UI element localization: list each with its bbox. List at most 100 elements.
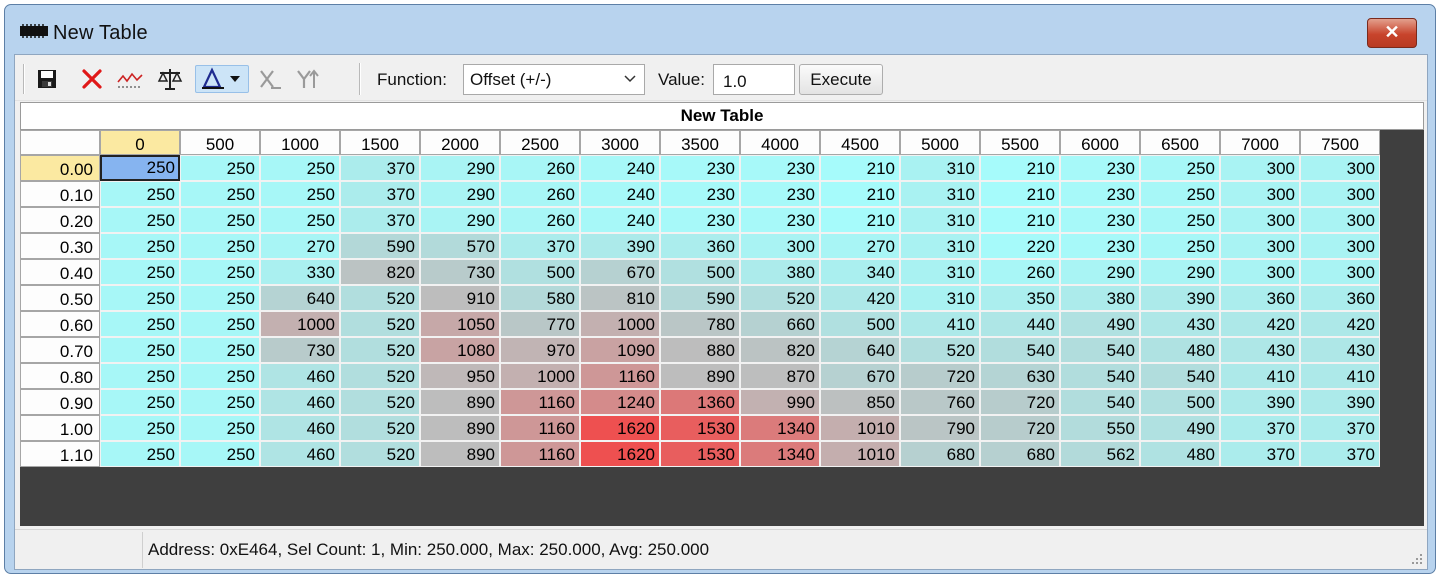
table-cell[interactable]: 250 — [100, 155, 180, 181]
table-cell[interactable]: 230 — [740, 155, 820, 181]
table-cell[interactable]: 1160 — [500, 441, 580, 467]
table-cell[interactable]: 250 — [100, 181, 180, 207]
table-cell[interactable]: 250 — [180, 389, 260, 415]
table-cell[interactable]: 890 — [420, 415, 500, 441]
table-cell[interactable]: 250 — [100, 233, 180, 259]
row-header[interactable]: 1.10 — [20, 441, 100, 467]
table-cell[interactable]: 1620 — [580, 441, 660, 467]
row-header[interactable]: 0.50 — [20, 285, 100, 311]
column-header[interactable]: 6000 — [1060, 130, 1140, 155]
table-cell[interactable]: 300 — [740, 233, 820, 259]
table-cell[interactable]: 260 — [500, 155, 580, 181]
column-header[interactable]: 3000 — [580, 130, 660, 155]
table-cell[interactable]: 290 — [1060, 259, 1140, 285]
table-cell[interactable]: 250 — [180, 337, 260, 363]
table-cell[interactable]: 230 — [1060, 155, 1140, 181]
table-cell[interactable]: 250 — [180, 181, 260, 207]
table-cell[interactable]: 680 — [980, 441, 1060, 467]
table-cell[interactable]: 250 — [1140, 155, 1220, 181]
table-cell[interactable]: 910 — [420, 285, 500, 311]
column-header[interactable]: 7000 — [1220, 130, 1300, 155]
close-button[interactable]: ✕ — [1367, 18, 1417, 48]
table-cell[interactable]: 720 — [980, 415, 1060, 441]
table-cell[interactable]: 230 — [1060, 181, 1140, 207]
interpolate-button[interactable] — [195, 65, 249, 93]
table-cell[interactable]: 250 — [180, 233, 260, 259]
table-cell[interactable]: 210 — [980, 207, 1060, 233]
table-cell[interactable]: 250 — [100, 389, 180, 415]
table-cell[interactable]: 250 — [180, 311, 260, 337]
table-cell[interactable]: 850 — [820, 389, 900, 415]
table-cell[interactable]: 250 — [100, 259, 180, 285]
table-cell[interactable]: 210 — [980, 181, 1060, 207]
table-cell[interactable]: 210 — [820, 155, 900, 181]
table-cell[interactable]: 1340 — [740, 415, 820, 441]
table-cell[interactable]: 460 — [260, 441, 340, 467]
table-cell[interactable]: 410 — [1220, 363, 1300, 389]
table-cell[interactable]: 250 — [180, 415, 260, 441]
function-select[interactable]: Offset (+/-) — [463, 64, 645, 95]
table-cell[interactable]: 260 — [500, 181, 580, 207]
save-button[interactable] — [32, 65, 62, 93]
disabled-tool-button-1[interactable] — [255, 65, 285, 93]
column-header[interactable]: 5500 — [980, 130, 1060, 155]
row-header[interactable]: 0.40 — [20, 259, 100, 285]
table-cell[interactable]: 250 — [180, 207, 260, 233]
column-header[interactable]: 4000 — [740, 130, 820, 155]
table-cell[interactable]: 460 — [260, 389, 340, 415]
value-input[interactable] — [713, 64, 795, 95]
table-cell[interactable]: 370 — [340, 181, 420, 207]
table-cell[interactable]: 870 — [740, 363, 820, 389]
table-cell[interactable]: 250 — [100, 415, 180, 441]
table-cell[interactable]: 250 — [100, 441, 180, 467]
table-cell[interactable]: 210 — [820, 207, 900, 233]
table-cell[interactable]: 670 — [580, 259, 660, 285]
table-cell[interactable]: 500 — [660, 259, 740, 285]
table-cell[interactable]: 410 — [900, 311, 980, 337]
table-cell[interactable]: 520 — [340, 441, 420, 467]
column-header[interactable]: 6500 — [1140, 130, 1220, 155]
table-cell[interactable]: 562 — [1060, 441, 1140, 467]
table-cell[interactable]: 520 — [340, 285, 420, 311]
row-header[interactable]: 0.70 — [20, 337, 100, 363]
table-cell[interactable]: 520 — [340, 311, 420, 337]
table-cell[interactable]: 730 — [260, 337, 340, 363]
table-cell[interactable]: 1160 — [500, 389, 580, 415]
table-cell[interactable]: 540 — [1060, 363, 1140, 389]
table-cell[interactable]: 300 — [1220, 207, 1300, 233]
column-header[interactable]: 5000 — [900, 130, 980, 155]
table-cell[interactable]: 480 — [1140, 337, 1220, 363]
table-cell[interactable]: 540 — [1060, 337, 1140, 363]
table-cell[interactable]: 370 — [1300, 415, 1380, 441]
table-cell[interactable]: 250 — [260, 155, 340, 181]
table-cell[interactable]: 1340 — [740, 441, 820, 467]
table-cell[interactable]: 660 — [740, 311, 820, 337]
table-cell[interactable]: 540 — [1140, 363, 1220, 389]
table-cell[interactable]: 250 — [260, 207, 340, 233]
table-cell[interactable]: 520 — [900, 337, 980, 363]
table-cell[interactable]: 230 — [740, 207, 820, 233]
table-cell[interactable]: 250 — [100, 207, 180, 233]
table-cell[interactable]: 890 — [660, 363, 740, 389]
table-cell[interactable]: 230 — [660, 207, 740, 233]
table-cell[interactable]: 420 — [1220, 311, 1300, 337]
table-cell[interactable]: 500 — [1140, 389, 1220, 415]
table-cell[interactable]: 370 — [340, 207, 420, 233]
table-cell[interactable]: 290 — [420, 155, 500, 181]
table-cell[interactable]: 410 — [1300, 363, 1380, 389]
table-cell[interactable]: 250 — [100, 285, 180, 311]
table-cell[interactable]: 540 — [1060, 389, 1140, 415]
table-cell[interactable]: 260 — [500, 207, 580, 233]
row-header[interactable]: 0.90 — [20, 389, 100, 415]
table-cell[interactable]: 250 — [100, 337, 180, 363]
table-cell[interactable]: 230 — [740, 181, 820, 207]
row-header[interactable]: 1.00 — [20, 415, 100, 441]
table-cell[interactable]: 890 — [420, 389, 500, 415]
row-header[interactable]: 0.60 — [20, 311, 100, 337]
table-cell[interactable]: 810 — [580, 285, 660, 311]
table-cell[interactable]: 240 — [580, 207, 660, 233]
execute-button[interactable]: Execute — [799, 64, 883, 95]
table-cell[interactable]: 1000 — [260, 311, 340, 337]
resize-grip-icon[interactable] — [1409, 551, 1423, 565]
compare-button[interactable] — [155, 65, 185, 93]
